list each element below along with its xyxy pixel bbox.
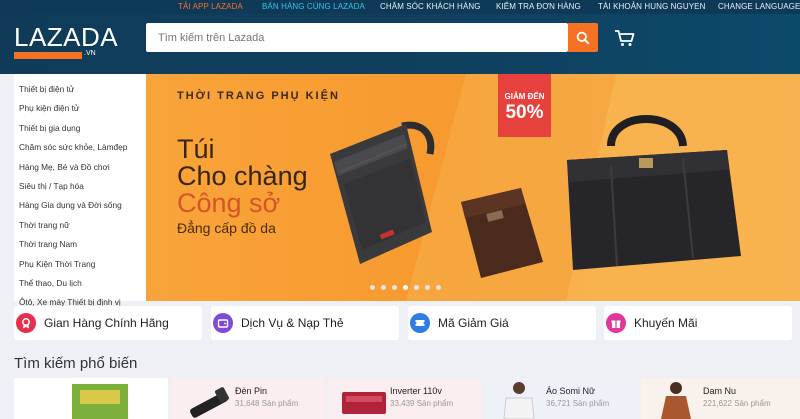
banner-headline-3: Công sở	[177, 188, 281, 218]
popular-card[interactable]: Inverter 110v 33,439 Sản phẩm	[328, 378, 482, 419]
services-topup-label: Dịch Vụ & Nạp Thẻ	[241, 316, 344, 330]
category-sidebar: Thiết bị điện tử Phụ kiện điện tử Thiết …	[14, 74, 146, 307]
popular-card[interactable]: Đèn Pin 31,648 Sản phẩm	[171, 378, 325, 419]
sidebar-item-fashion-accessories[interactable]: Phụ Kiện Thời Trang	[14, 255, 146, 274]
wallet-icon	[213, 313, 233, 333]
sidebar-item-health-beauty[interactable]: Chăm sóc sức khỏe, Làmđẹp	[14, 138, 146, 157]
popular-searches-title: Tìm kiếm phổ biến	[14, 355, 138, 372]
promotions-button[interactable]: Khuyến Mãi	[604, 306, 792, 340]
search-button[interactable]	[568, 23, 598, 52]
popular-card-count: 36,721 Sản phẩm	[546, 399, 610, 408]
logo-text: LAZADA	[14, 22, 119, 52]
logo-underline	[14, 52, 82, 59]
dress-thumbnail	[661, 382, 691, 419]
change-language-link[interactable]: CHANGE LANGUAGE	[718, 2, 800, 11]
gift-icon	[606, 313, 626, 333]
sidebar-item-home-appliances[interactable]: Thiết bị gia dụng	[14, 119, 146, 138]
popular-card-name: Dam Nu	[703, 386, 737, 396]
services-topup-button[interactable]: Dịch Vụ & Nạp Thẻ	[211, 306, 399, 340]
sidebar-item-electronics[interactable]: Thiết bị điện tử	[14, 80, 146, 99]
promo-banner[interactable]: THỜI TRANG PHỤ KIỆN Túi Cho chàng Công s…	[146, 74, 800, 301]
official-stores-label: Gian Hàng Chính Hãng	[44, 316, 169, 330]
sidebar-item-womens-fashion[interactable]: Thời trang nữ	[14, 216, 146, 235]
vouchers-button[interactable]: Mã Giảm Giá	[408, 306, 596, 340]
download-app-link[interactable]: TẢI APP LAZADA	[178, 2, 243, 11]
sidebar-item-baby-toys[interactable]: Hàng Mẹ, Bé và Đồ chơi	[14, 158, 146, 177]
account-link[interactable]: TÀI KHOẢN HUNG NGUYEN	[598, 2, 705, 11]
carousel-dot[interactable]	[403, 285, 408, 290]
header: LAZADA .VN	[0, 14, 800, 74]
backpack-image	[330, 121, 435, 264]
popular-card-count: 31,648 Sản phẩm	[235, 399, 299, 408]
badge-icon	[16, 313, 36, 333]
lazada-logo[interactable]: LAZADA .VN	[14, 22, 119, 59]
shirt-thumbnail	[503, 382, 535, 419]
discount-badge-label: GIẢM ĐẾN	[504, 92, 545, 101]
popular-card-name: Đèn Pin	[235, 386, 268, 396]
shoulder-bag-image	[461, 188, 543, 278]
cart-icon	[615, 30, 635, 46]
search-input[interactable]	[146, 23, 568, 52]
discount-badge-value: 50%	[505, 102, 544, 123]
top-bar: TẢI APP LAZADA BÁN HÀNG CÙNG LAZADA CHĂM…	[0, 0, 800, 14]
popular-card[interactable]: Dam Nu 221,622 Sản phẩm	[641, 378, 800, 419]
coupon-icon	[410, 313, 430, 333]
sell-with-lazada-link[interactable]: BÁN HÀNG CÙNG LAZADA	[262, 2, 365, 11]
sidebar-item-mens-fashion[interactable]: Thời trang Nam	[14, 235, 146, 254]
popular-card[interactable]: Áo Somi Nữ 36,721 Sản phẩm	[484, 378, 638, 419]
carousel-dot[interactable]	[392, 285, 397, 290]
sidebar-item-home-living[interactable]: Hàng Gia dụng và Đời sống	[14, 196, 146, 215]
banner-tagline: Đẳng cấp đồ da	[177, 220, 276, 236]
search-icon	[576, 31, 590, 45]
flashlight-thumbnail	[190, 387, 229, 418]
search-box[interactable]	[146, 23, 568, 52]
banner-headline-1: Túi	[177, 134, 215, 164]
popular-card-count: 33,439 Sản phẩm	[390, 399, 454, 408]
briefcase-image	[567, 115, 741, 270]
carousel-dot[interactable]	[370, 285, 375, 290]
banner-subtitle: THỜI TRANG PHỤ KIỆN	[177, 90, 340, 102]
popular-card-count: 221,622 Sản phẩm	[703, 399, 771, 408]
cart-button[interactable]	[614, 28, 636, 48]
carousel-dot[interactable]	[425, 285, 430, 290]
carousel-dot[interactable]	[436, 285, 441, 290]
discount-badge: GIẢM ĐẾN 50%	[498, 74, 551, 137]
official-stores-button[interactable]: Gian Hàng Chính Hãng	[14, 306, 202, 340]
customer-care-link[interactable]: CHĂM SÓC KHÁCH HÀNG	[380, 2, 481, 11]
carousel-dot[interactable]	[381, 285, 386, 290]
popular-card-name: Áo Somi Nữ	[546, 386, 596, 396]
track-order-link[interactable]: KIỂM TRA ĐƠN HÀNG	[496, 2, 581, 11]
popular-card-name: Inverter 110v	[390, 386, 442, 396]
popular-card[interactable]	[14, 378, 168, 419]
logo-suffix: .VN	[84, 50, 96, 57]
banner-headline-2: Cho chàng	[177, 161, 308, 191]
sidebar-item-sports-travel[interactable]: Thể thao, Du lịch	[14, 274, 146, 293]
carousel-dot[interactable]	[414, 285, 419, 290]
vouchers-label: Mã Giảm Giá	[438, 316, 509, 330]
carousel-dots	[370, 285, 441, 290]
inverter-thumbnail	[342, 392, 386, 414]
product-thumbnail	[72, 384, 128, 419]
sidebar-item-groceries[interactable]: Siêu thị / Tạp hóa	[14, 177, 146, 196]
promotions-label: Khuyến Mãi	[634, 316, 698, 330]
sidebar-item-electronic-accessories[interactable]: Phụ kiện điện tử	[14, 99, 146, 118]
